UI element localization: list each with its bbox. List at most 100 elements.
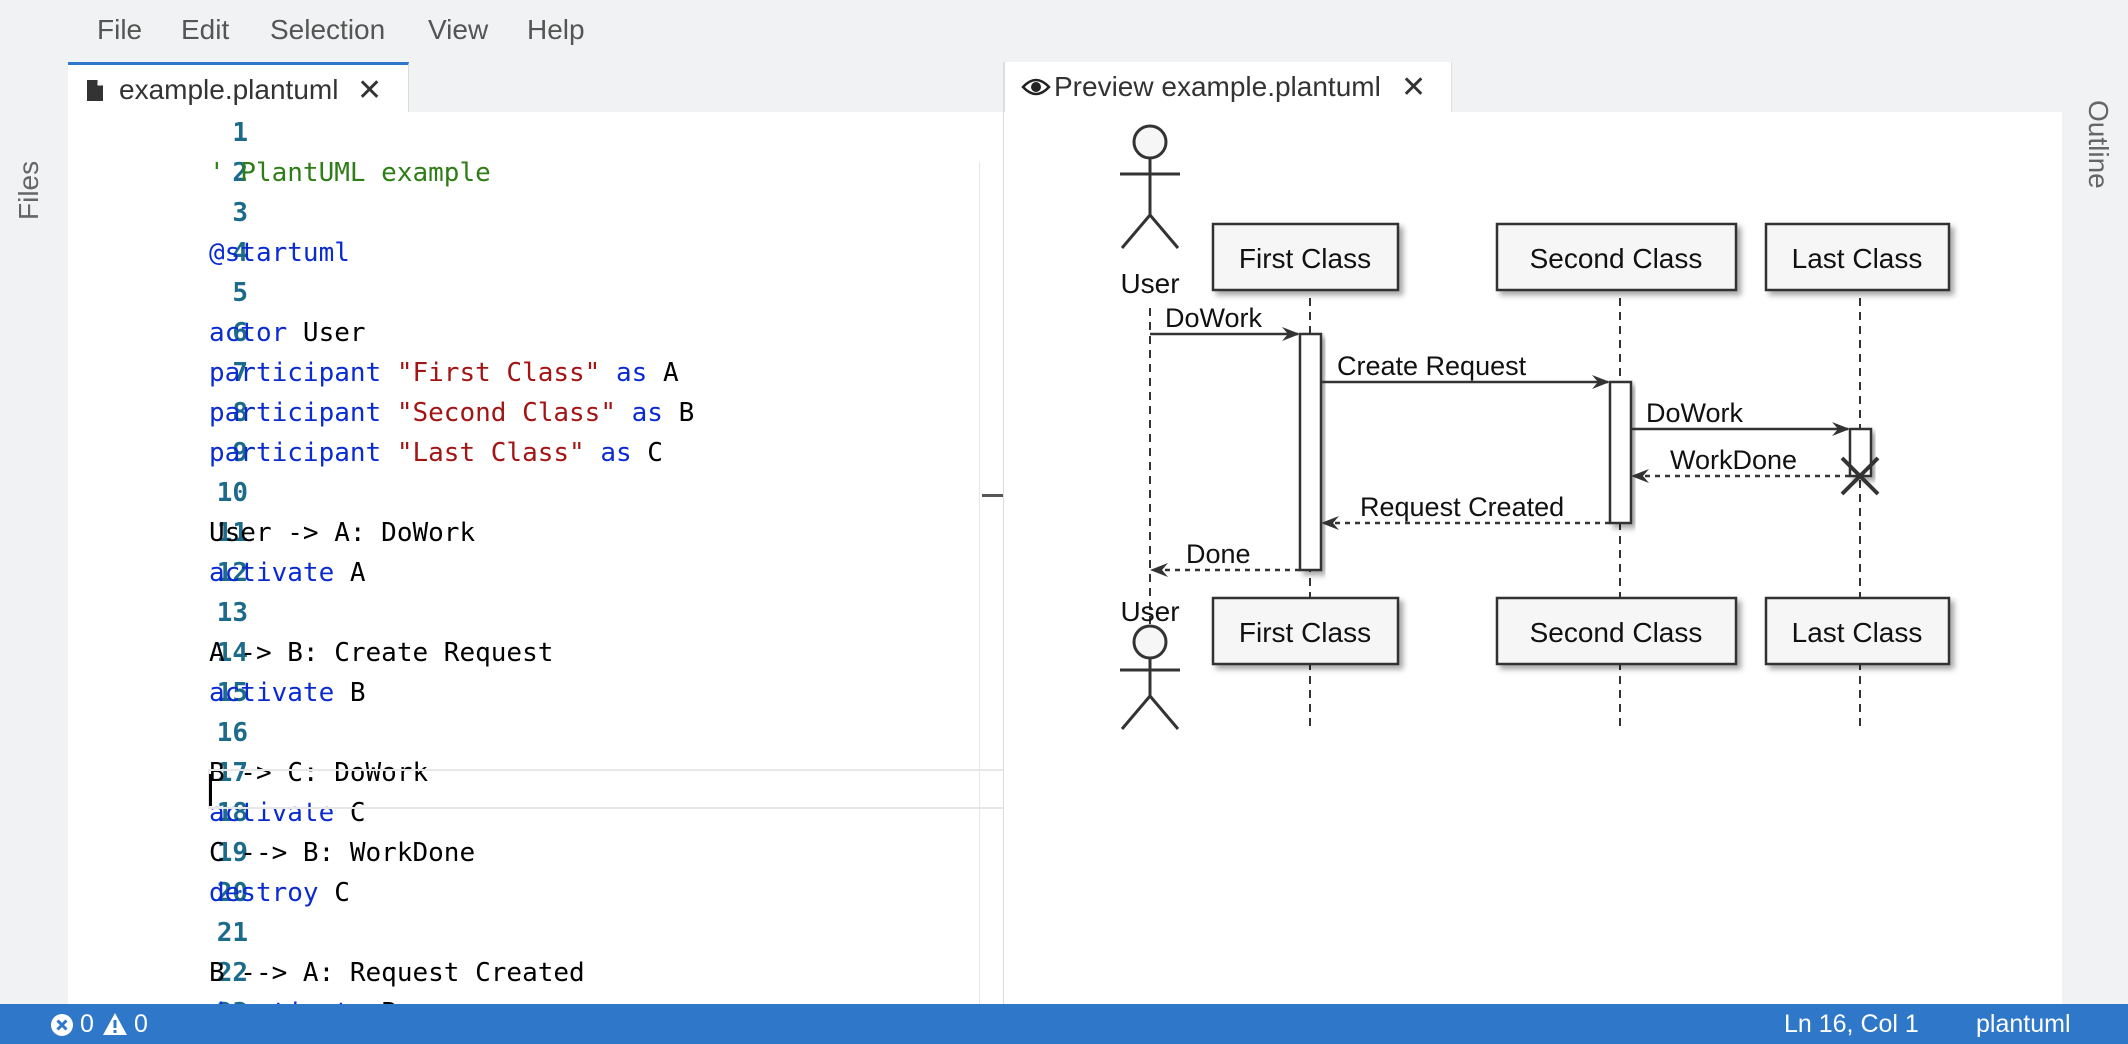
status-bar: 0 0 Ln 16, Col 1 plantuml	[0, 1004, 2128, 1044]
participant-label: Second Class	[1530, 243, 1703, 274]
participant-label: Last Class	[1792, 617, 1923, 648]
line-text: activate A	[209, 558, 366, 588]
language-mode[interactable]: plantuml	[1976, 1010, 2071, 1039]
code-line: 5	[68, 272, 1003, 312]
participant-label: Second Class	[1530, 617, 1703, 648]
code-line: 16	[68, 712, 1003, 752]
code-token: as	[631, 398, 663, 428]
line-text: ' PlantUML example	[209, 158, 491, 188]
actor-user-bottom-icon	[1120, 624, 1180, 730]
scrollbar-marker[interactable]	[982, 494, 1003, 497]
code-token: C	[318, 878, 350, 908]
participant-last-class-bottom: Last Class	[1764, 596, 1951, 666]
files-panel-toggle[interactable]: Files	[13, 161, 45, 220]
code-token: B --> A: Request Created	[209, 958, 585, 988]
code-line: 19 C --> B: WorkDone	[68, 832, 1003, 872]
code-token: as	[600, 438, 632, 468]
actor-user-top-label: User	[1120, 268, 1179, 299]
code-token: A	[647, 358, 679, 388]
menu-selection[interactable]: Selection	[270, 14, 385, 46]
line-text: @startuml	[209, 238, 350, 268]
line-text: actor User	[209, 318, 366, 348]
message-done: Done	[1150, 539, 1300, 577]
code-token: "First Class"	[396, 358, 601, 388]
files-rail: Files	[0, 62, 68, 1004]
line-text: activate B	[209, 678, 366, 708]
code-line: 8 participant "Second Class" as B	[68, 392, 1003, 432]
code-line: 2 ' PlantUML example	[68, 152, 1003, 192]
menu-edit[interactable]: Edit	[181, 14, 229, 46]
actor-user-bottom-label: User	[1120, 596, 1179, 627]
code-token: @startuml	[209, 238, 350, 268]
code-token: B	[662, 398, 695, 428]
code-line: 10	[68, 472, 1003, 512]
line-number: 10	[216, 478, 248, 508]
editor-tab-bar: example.plantuml ✕	[68, 62, 1003, 112]
line-text: C --> B: WorkDone	[209, 838, 475, 868]
preview-tab-bar: Preview example.plantuml ✕	[1004, 62, 2063, 112]
message-label: WorkDone	[1670, 445, 1797, 475]
code-line: 20 destroy C	[68, 872, 1003, 912]
tab-close-icon[interactable]: ✕	[1401, 70, 1426, 105]
participant-last-class-top: Last Class	[1764, 222, 1951, 292]
code-line: 13	[68, 592, 1003, 632]
participant-label: First Class	[1239, 617, 1371, 648]
menu-file[interactable]: File	[97, 14, 142, 46]
code-token: participant	[209, 398, 382, 428]
participant-label: First Class	[1239, 243, 1371, 274]
menu-bar: File Edit Selection View Help	[0, 0, 2128, 62]
outline-rail: Outline	[2062, 62, 2128, 1004]
code-token: "Second Class"	[396, 398, 616, 428]
code-line: 12 activate A	[68, 552, 1003, 592]
participant-first-class-top: First Class	[1211, 222, 1400, 292]
outline-panel-toggle[interactable]: Outline	[2082, 100, 2114, 189]
cursor-position[interactable]: Ln 16, Col 1	[1784, 1010, 1919, 1039]
code-token: "Last Class"	[396, 438, 585, 468]
menu-help[interactable]: Help	[527, 14, 585, 46]
preview-panel: Preview example.plantuml ✕ User First Cl…	[1003, 62, 2063, 1004]
line-number: 3	[232, 198, 248, 228]
participant-second-class-bottom: Second Class	[1495, 596, 1738, 666]
code-editor[interactable]: 1 2 ' PlantUML example 3 4 @startuml 5 6 actor U…	[68, 112, 1003, 1004]
code-line: 15 activate B	[68, 672, 1003, 712]
code-line: 6 actor User	[68, 312, 1003, 352]
line-text: User -> A: DoWork	[209, 518, 475, 548]
code-token: C --> B: WorkDone	[209, 838, 476, 868]
line-text: participant "First Class" as A	[209, 358, 679, 388]
line-text: B --> A: Request Created	[209, 958, 585, 988]
code-token: participant	[209, 358, 382, 388]
code-line: 23deactivate B	[68, 992, 1003, 1004]
message-label: Done	[1186, 539, 1251, 569]
code-token: as	[616, 358, 648, 388]
tab-preview[interactable]: Preview example.plantuml ✕	[1004, 62, 1452, 112]
tab-example-plantuml[interactable]: example.plantuml ✕	[68, 62, 409, 112]
participant-second-class-top: Second Class	[1495, 222, 1738, 292]
code-token: activate	[209, 558, 335, 588]
line-number: 21	[216, 918, 248, 948]
code-line: 9 participant "Last Class" as C	[68, 432, 1003, 472]
code-line: 21	[68, 912, 1003, 952]
editor-panel: example.plantuml ✕ 1 2 ' PlantUML example 3…	[68, 62, 1003, 1004]
message-request-created: Request Created	[1321, 492, 1610, 530]
file-icon	[87, 80, 103, 101]
menu-view[interactable]: View	[428, 14, 488, 46]
text-cursor	[209, 774, 212, 806]
message-dowork-1: DoWork	[1150, 303, 1300, 341]
code-line: 4 @startuml	[68, 232, 1003, 272]
code-line: 7 participant "First Class" as A	[68, 352, 1003, 392]
activation-second-class	[1608, 380, 1633, 525]
code-token: B	[334, 678, 366, 708]
line-number: 5	[232, 278, 248, 308]
warning-count: 0	[134, 1010, 148, 1038]
message-create-request: Create Request	[1321, 351, 1610, 389]
tab-close-icon[interactable]: ✕	[357, 73, 382, 108]
code-line: 3	[68, 192, 1003, 232]
error-count: 0	[80, 1010, 94, 1038]
message-label: Request Created	[1360, 492, 1564, 522]
